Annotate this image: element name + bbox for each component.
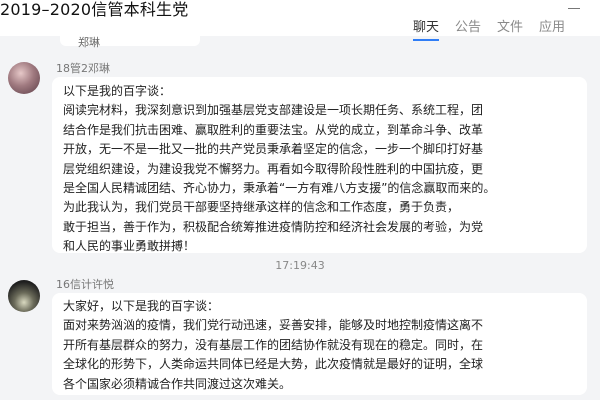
message-line: 开所有基层群众的努力，没有基层工作的团结协作就没有现在的稳定。同时，在 xyxy=(63,337,484,352)
previous-message-sender: 郑琳 xyxy=(78,36,100,49)
message-line: 各个国家必须精诚合作共同渡过这次难关。 xyxy=(63,376,292,391)
message-line: 结合作是我们抗击困难、赢取胜利的重要法宝。从党的成立，到革命斗争、改革 xyxy=(63,122,484,137)
message-line: 和人民的事业勇敢拼搏！ xyxy=(63,239,196,254)
message-line: 全球化的形势下，人类命运共同体已经是大势，此次疫情就是最好的证明，全球 xyxy=(63,357,484,372)
group-title: 2019–2020信管本科生党 xyxy=(0,0,189,19)
message-sender: 18管2邓琳 xyxy=(56,62,110,75)
message-line: 大家好，以下是我的百字谈： xyxy=(63,299,220,313)
message-line: 以下是我的百字谈： xyxy=(63,84,172,98)
message-line: 面对来势汹汹的疫情，我们党行动迅速，妥善安排，能够及时地控制疫情这离不 xyxy=(63,318,484,333)
chat-header: 2019–2020信管本科生党 聊天 公告 文件 应用 xyxy=(0,0,600,41)
tab-chat[interactable]: 聊天 xyxy=(413,16,440,41)
message-line: 开放，无一不是一批又一批的共产党员秉承着坚定的信念，一步一个脚印打好基 xyxy=(63,142,484,157)
previous-message-bubble: 郑琳 xyxy=(60,36,200,49)
message-line: 为此我认为，我们党员干部要坚持继承这样的信念和工作态度，勇于负责， xyxy=(63,200,460,215)
avatar[interactable] xyxy=(8,280,40,312)
avatar[interactable] xyxy=(8,62,40,94)
message-line: 是全国人民精诚团结、齐心协力，秉承着“一方有难八方支援”的信念赢取而来的。 xyxy=(63,181,496,196)
minimize-icon[interactable] xyxy=(568,2,580,9)
message-sender: 16信计许悦 xyxy=(56,278,114,291)
tab-apps[interactable]: 应用 xyxy=(539,16,565,36)
message-line: 层党组织建设，为建设我党不懈努力。再看如今取得阶段性胜利的中国抗疫，更 xyxy=(63,161,484,176)
message-bubble: 大家好，以下是我的百字谈： 面对来势汹汹的疫情，我们党行动迅速，妥善安排，能够及… xyxy=(52,293,587,395)
tab-files[interactable]: 文件 xyxy=(497,16,523,36)
tab-announcement[interactable]: 公告 xyxy=(455,16,481,36)
message-line: 阅读完材料，我深刻意识到加强基层党支部建设是一项长期任务、系统工程，团 xyxy=(63,103,484,118)
message-line: 敢于担当，善于作为，积极配合统筹推进疫情防控和经济社会发展的考验，为党 xyxy=(63,219,484,234)
message-timestamp: 17:19:43 xyxy=(275,259,325,272)
chat-tabs: 聊天 公告 文件 应用 xyxy=(413,16,581,41)
message-bubble: 以下是我的百字谈： 阅读完材料，我深刻意识到加强基层党支部建设是一项长期任务、系… xyxy=(52,77,587,253)
